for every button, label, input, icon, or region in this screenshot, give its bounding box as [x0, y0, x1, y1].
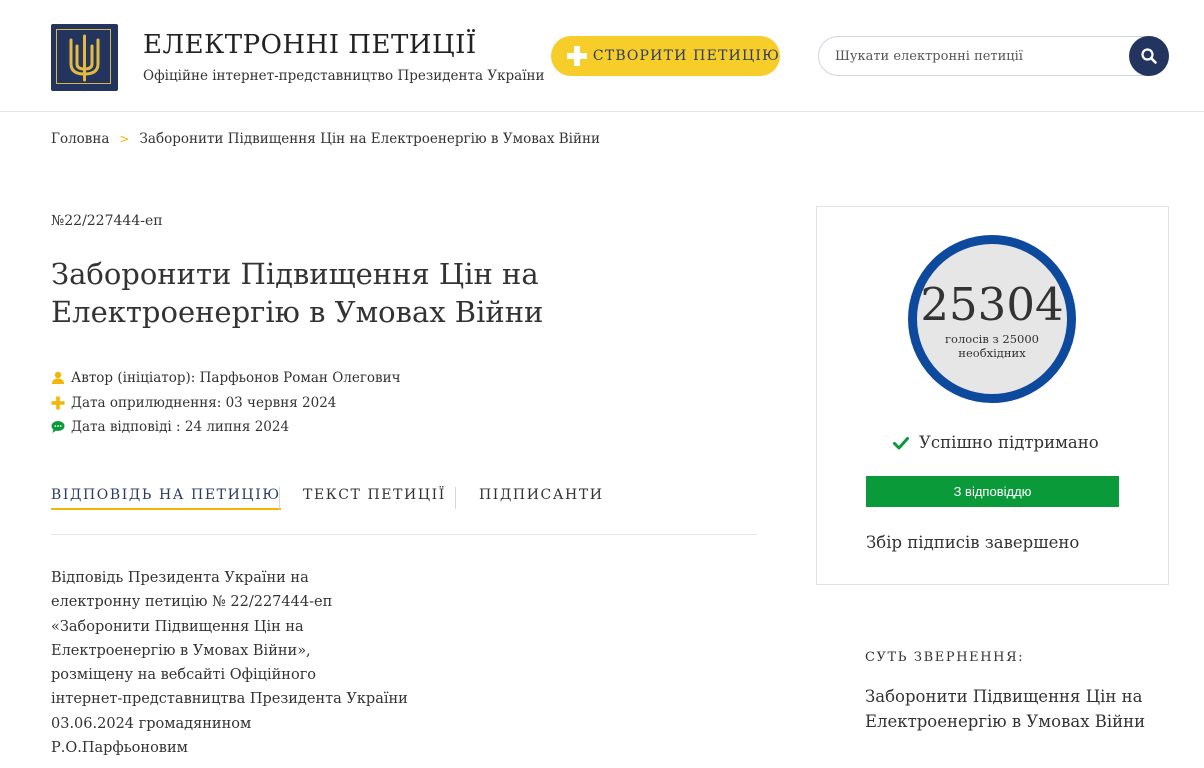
vote-target-line1: голосів з 25000: [945, 332, 1039, 346]
vote-counter-circle: 25304 голосів з 25000 необхідних: [908, 235, 1076, 403]
vote-target-line2: необхідних: [958, 346, 1026, 360]
tab-divider: [455, 487, 456, 509]
tab-signers[interactable]: ПІДПИСАНТИ: [479, 487, 604, 503]
vote-panel: 25304 голосів з 25000 необхідних Успішно…: [816, 206, 1169, 585]
answer-line: електронну петицію № 22/227444-еп: [51, 594, 333, 611]
with-reply-button[interactable]: З відповіддю: [866, 476, 1119, 507]
success-status-text: Успішно підтримано: [919, 433, 1099, 452]
site-subtitle: Офіційне інтернет-представництво Президе…: [143, 68, 545, 84]
vote-target: голосів з 25000 необхідних: [917, 332, 1067, 360]
trident-icon: [69, 34, 100, 82]
collection-status: Збір підписів завершено: [866, 533, 1080, 552]
breadcrumb-current: Заборонити Підвищення Цін на Електроенер…: [139, 131, 600, 147]
breadcrumb-home-link[interactable]: Головна: [51, 131, 109, 147]
answer-text: Відповідь Президента України на електрон…: [51, 566, 408, 760]
answer-line: 03.06.2024 громадянином: [51, 715, 252, 732]
coat-of-arms-logo[interactable]: [51, 24, 118, 91]
answer-line: Р.О.Парфьоновим: [51, 740, 188, 757]
site-header: ЕЛЕКТРОННІ ПЕТИЦІЇ Офіційне інтернет-пре…: [0, 0, 1204, 112]
plus-icon: [567, 46, 587, 66]
answer-line: Відповідь Президента України на: [51, 570, 309, 586]
meta-answered: Дата відповіді : 24 липня 2024: [51, 419, 289, 435]
answer-line: «Заборонити Підвищення Цін на: [51, 618, 304, 635]
petition-number: №22/227444-еп: [51, 213, 163, 229]
search-box: [818, 36, 1169, 76]
create-petition-button[interactable]: СТВОРИТИ ПЕТИЦІЮ: [551, 36, 780, 76]
breadcrumb: Головна > Заборонити Підвищення Цін на Е…: [51, 131, 600, 147]
answer-line: інтернет-представництва Президента Украї…: [51, 691, 408, 708]
answer-line: розміщену на вебсайті Офіційного: [51, 667, 317, 684]
search-icon: [1141, 48, 1157, 64]
create-petition-label: СТВОРИТИ ПЕТИЦІЮ: [592, 48, 780, 64]
success-status: Успішно підтримано: [893, 433, 1099, 452]
checkmark-icon: [893, 436, 909, 449]
published-date: Дата оприлюднення: 03 червня 2024: [71, 395, 337, 411]
tab-divider: [279, 487, 280, 509]
essence-text: Заборонити Підвищення Цін на Електроенер…: [865, 687, 1146, 731]
petition-title: Заборонити Підвищення Цін на Електроенер…: [51, 257, 544, 329]
breadcrumb-separator-icon: >: [119, 132, 130, 146]
tabs-divider: [51, 534, 757, 535]
answer-line: Електроенергію в Умовах Війни»,: [51, 642, 311, 659]
chat-bubble-icon: [51, 421, 65, 433]
plus-small-icon: [51, 396, 65, 410]
user-icon: [52, 371, 64, 384]
tab-answer[interactable]: ВІДПОВІДЬ НА ПЕТИЦІЮ: [51, 487, 281, 510]
meta-author: Автор (ініціатор): Парфьонов Роман Олего…: [51, 370, 401, 386]
essence-label: СУТЬ ЗВЕРНЕННЯ:: [865, 650, 1025, 665]
tab-petition-text[interactable]: ТЕКСТ ПЕТИЦІЇ: [303, 487, 446, 503]
search-button[interactable]: [1129, 36, 1169, 76]
vote-count: 25304: [920, 278, 1064, 331]
answer-date: Дата відповіді : 24 липня 2024: [71, 419, 290, 435]
author-text: Автор (ініціатор): Парфьонов Роман Олего…: [71, 370, 401, 386]
site-title: ЕЛЕКТРОННІ ПЕТИЦІЇ: [143, 30, 477, 60]
meta-published: Дата оприлюднення: 03 червня 2024: [51, 395, 336, 411]
search-input[interactable]: [835, 37, 1125, 75]
